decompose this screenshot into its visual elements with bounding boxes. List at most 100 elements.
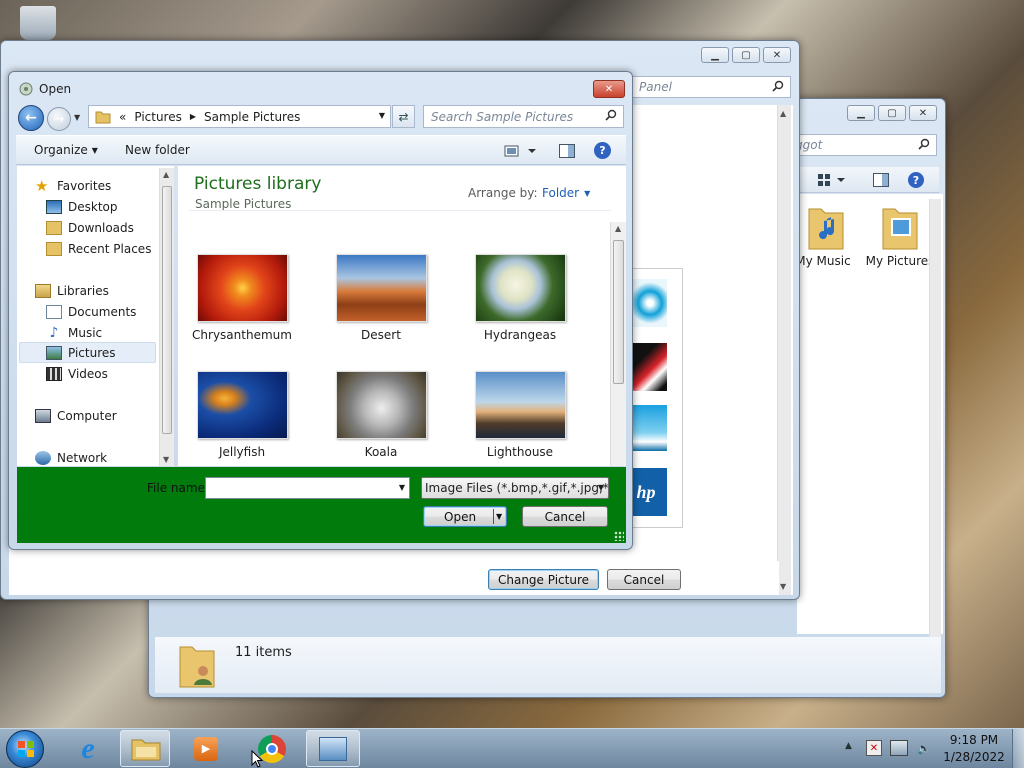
koala-image xyxy=(335,371,427,439)
music-icon: ♪ xyxy=(49,325,59,341)
cancel-button[interactable]: Cancel xyxy=(522,506,608,527)
resize-grip[interactable] xyxy=(614,531,624,541)
dialog-app-icon xyxy=(19,82,33,96)
documents-icon xyxy=(46,305,62,319)
picture-tile-3[interactable] xyxy=(633,405,667,451)
file-thumbnail[interactable]: Koala xyxy=(321,371,441,459)
nav-desktop[interactable]: Desktop xyxy=(46,197,118,217)
change-picture-button[interactable]: Change Picture xyxy=(488,569,599,590)
nav-pictures[interactable]: Pictures xyxy=(46,343,116,363)
nav-network[interactable]: Network xyxy=(35,448,107,468)
mouse-cursor-icon xyxy=(251,750,263,768)
network-icon xyxy=(35,451,51,465)
minimize-button[interactable]: ▁ xyxy=(847,105,875,121)
libraries-icon xyxy=(35,284,51,298)
open-dialog: Open ✕ ← → ▼ « Pictures ▶ Sample Picture… xyxy=(8,71,633,550)
recent-pages-dropdown[interactable]: ▼ xyxy=(74,113,80,122)
preview-pane-icon[interactable] xyxy=(873,173,889,187)
nav-music[interactable]: ♪ Music xyxy=(46,323,103,343)
back-button[interactable]: ← xyxy=(18,105,44,131)
picture-tile-2[interactable] xyxy=(633,343,667,391)
arrange-by-label: Arrange by: xyxy=(468,186,538,200)
volume-icon[interactable]: 🔈 xyxy=(915,740,933,756)
vertical-scrollbar[interactable] xyxy=(929,199,941,639)
open-dropdown-arrow-icon[interactable]: ▼ xyxy=(496,512,502,521)
maximize-button[interactable]: ▢ xyxy=(878,105,906,121)
breadcrumb-separator-icon: ▶ xyxy=(189,112,197,121)
lighthouse-image xyxy=(474,371,566,439)
nav-scrollbar[interactable]: ▲ ▼ xyxy=(159,168,174,466)
nav-downloads[interactable]: Downloads xyxy=(46,218,134,238)
file-list-scrollbar[interactable]: ▲ xyxy=(610,222,626,466)
file-scroll-thumb[interactable] xyxy=(613,240,624,384)
recycle-bin-icon[interactable] xyxy=(20,6,56,40)
show-desktop-button[interactable] xyxy=(1012,729,1024,768)
dropdown-arrow-icon[interactable]: ▼ xyxy=(399,483,405,492)
item-count: 11 items xyxy=(235,645,292,660)
organize-menu[interactable]: Organize ▼ xyxy=(34,143,98,157)
address-bar[interactable]: « Pictures ▶ Sample Pictures ▼ xyxy=(88,105,391,128)
file-type-select[interactable]: Image Files (*.bmp,*.gif,*.jpg,*. ▼ xyxy=(421,477,609,499)
internet-explorer-button[interactable]: e xyxy=(66,731,110,766)
nav-favorites[interactable]: ★ Favorites xyxy=(35,176,111,196)
nav-videos[interactable]: Videos xyxy=(46,364,108,384)
open-button[interactable]: Open ▼ xyxy=(423,506,507,527)
nav-recent-places[interactable]: Recent Places xyxy=(46,239,151,259)
chrysanthemum-image xyxy=(196,254,288,322)
search-input[interactable]: ggot xyxy=(787,134,937,156)
view-options-icon[interactable] xyxy=(817,173,847,187)
folder-my-pictures[interactable]: My Pictures xyxy=(865,203,935,268)
search-input[interactable]: Search Sample Pictures xyxy=(423,105,624,128)
show-hidden-icons-button[interactable]: ▲ xyxy=(845,741,852,751)
picture-tile-1[interactable] xyxy=(633,279,667,327)
file-thumbnail[interactable]: Hydrangeas xyxy=(460,254,580,342)
vertical-scrollbar[interactable]: ▲ ▼ xyxy=(777,105,791,595)
folder-my-music[interactable]: My Music xyxy=(795,203,855,268)
cancel-button[interactable]: Cancel xyxy=(607,569,681,590)
close-button[interactable]: ✕ xyxy=(763,47,791,63)
desktop-icon xyxy=(46,200,62,214)
dropdown-arrow-icon: ▼ xyxy=(91,145,98,155)
desert-image xyxy=(335,254,427,322)
explorer-taskbar-button[interactable] xyxy=(120,730,170,767)
internet-explorer-icon: e xyxy=(81,731,95,765)
change-view-icon[interactable] xyxy=(504,144,538,158)
dialog-title: Open xyxy=(39,82,72,96)
library-title: Pictures library xyxy=(194,174,322,194)
new-folder-button[interactable]: New folder xyxy=(125,143,190,157)
maximize-button[interactable]: ▢ xyxy=(732,47,760,63)
file-thumbnail[interactable]: Desert xyxy=(321,254,441,342)
star-icon: ★ xyxy=(35,177,49,195)
breadcrumb-sample-pictures[interactable]: Sample Pictures xyxy=(204,110,300,124)
help-icon[interactable]: ? xyxy=(594,142,611,159)
action-center-icon[interactable]: ✕ xyxy=(866,740,882,756)
file-thumbnail[interactable]: Jellyfish xyxy=(182,371,302,459)
downloads-folder-icon xyxy=(46,221,62,235)
arrange-by-dropdown[interactable]: Folder ▼ xyxy=(542,186,590,200)
clock-time[interactable]: 9:18 PM xyxy=(944,733,1004,747)
search-icon xyxy=(772,80,784,92)
address-dropdown-icon[interactable]: ▼ xyxy=(379,111,385,120)
library-subtitle: Sample Pictures xyxy=(195,197,292,211)
search-input[interactable]: Panel xyxy=(631,76,791,98)
preview-pane-icon[interactable] xyxy=(559,144,575,158)
refresh-button[interactable]: ⇄ xyxy=(392,105,415,128)
file-thumbnail[interactable]: Chrysanthemum xyxy=(182,254,302,342)
close-button[interactable]: ✕ xyxy=(909,105,937,121)
breadcrumb-pictures[interactable]: Pictures xyxy=(134,110,182,124)
nav-documents[interactable]: Documents xyxy=(46,302,136,322)
file-thumbnail[interactable]: Lighthouse xyxy=(460,371,580,459)
help-icon[interactable]: ? xyxy=(908,172,924,188)
forward-button[interactable]: → xyxy=(47,107,71,131)
network-status-icon[interactable] xyxy=(890,740,908,756)
close-button[interactable]: ✕ xyxy=(593,80,625,98)
folder-icon xyxy=(131,739,161,761)
nav-scroll-thumb[interactable] xyxy=(162,186,172,434)
control-panel-taskbar-button[interactable] xyxy=(306,730,360,767)
nav-libraries[interactable]: Libraries xyxy=(35,281,109,301)
clock-date[interactable]: 1/28/2022 xyxy=(940,750,1008,764)
file-name-input[interactable]: ▼ xyxy=(205,477,410,499)
nav-computer[interactable]: Computer xyxy=(35,406,117,426)
minimize-button[interactable]: ▁ xyxy=(701,47,729,63)
media-player-button[interactable]: ▶ xyxy=(184,731,228,766)
